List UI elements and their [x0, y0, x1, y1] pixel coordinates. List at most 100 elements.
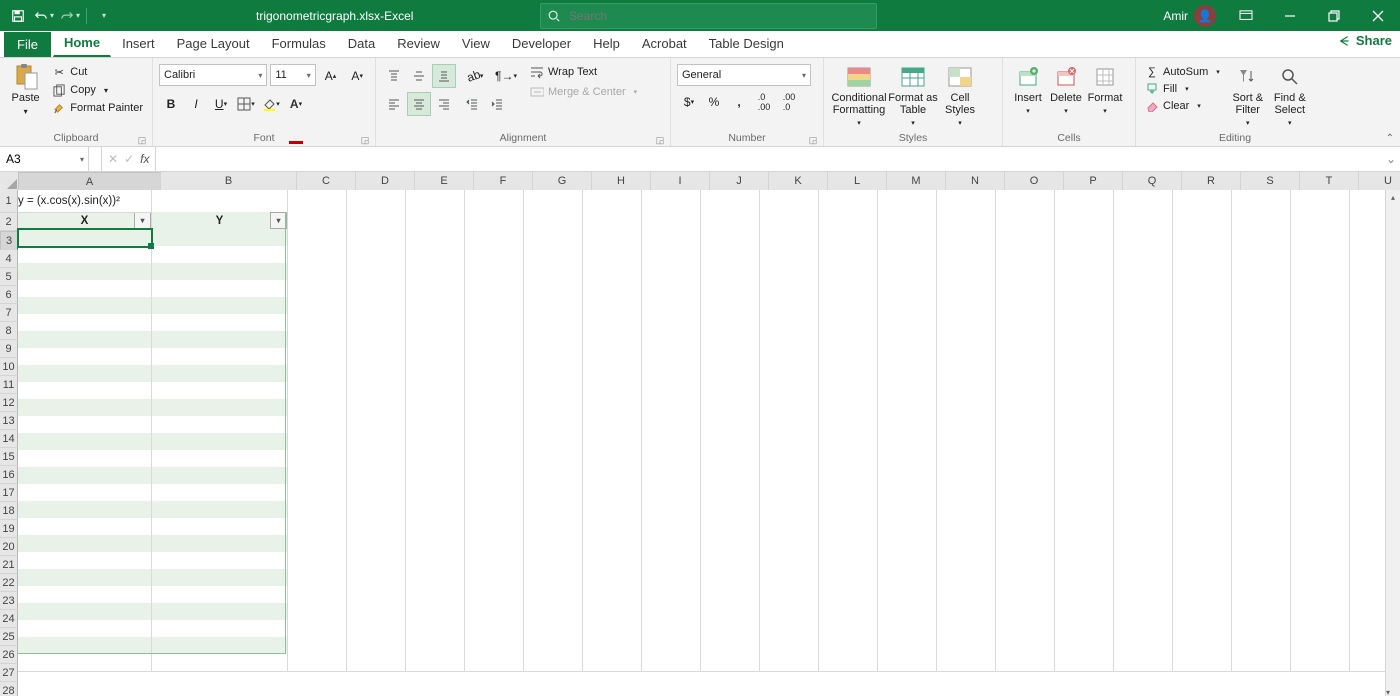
cell[interactable]	[583, 654, 642, 672]
cell[interactable]	[152, 246, 288, 264]
cell[interactable]	[1055, 501, 1114, 519]
cell[interactable]	[465, 467, 524, 485]
cell[interactable]	[583, 229, 642, 247]
cell[interactable]	[996, 399, 1055, 417]
cell[interactable]	[1232, 552, 1291, 570]
cell[interactable]	[406, 348, 465, 366]
cell[interactable]	[937, 433, 996, 451]
cell[interactable]	[1055, 654, 1114, 672]
cell[interactable]	[406, 484, 465, 502]
cell[interactable]	[406, 433, 465, 451]
cell[interactable]	[1173, 552, 1232, 570]
cell[interactable]	[819, 212, 878, 230]
cell[interactable]	[642, 518, 701, 536]
cell[interactable]	[18, 569, 152, 587]
cell[interactable]	[152, 190, 288, 213]
cell[interactable]	[347, 654, 406, 672]
cell[interactable]	[1232, 586, 1291, 604]
column-header[interactable]: N	[946, 172, 1005, 191]
cell[interactable]	[152, 552, 288, 570]
cell[interactable]	[760, 280, 819, 298]
cell[interactable]	[701, 467, 760, 485]
cell[interactable]	[1232, 518, 1291, 536]
cell[interactable]	[583, 190, 642, 213]
cell[interactable]	[642, 467, 701, 485]
cell[interactable]	[152, 331, 288, 349]
row-header[interactable]: 23	[0, 592, 18, 610]
cell[interactable]	[937, 518, 996, 536]
cell[interactable]	[937, 467, 996, 485]
cell[interactable]	[288, 637, 347, 655]
cell[interactable]	[819, 263, 878, 281]
cell[interactable]	[288, 484, 347, 502]
cell[interactable]	[152, 229, 288, 247]
cell[interactable]	[1055, 603, 1114, 621]
cell[interactable]	[642, 569, 701, 587]
cell[interactable]	[1173, 314, 1232, 332]
merge-center-button[interactable]: Merge & Center▾	[527, 84, 640, 100]
cell[interactable]	[760, 620, 819, 638]
cell[interactable]	[937, 416, 996, 434]
cell[interactable]	[996, 535, 1055, 553]
cell[interactable]	[1055, 637, 1114, 655]
cell[interactable]	[996, 382, 1055, 400]
cell[interactable]	[1114, 280, 1173, 298]
cell[interactable]	[347, 263, 406, 281]
cell[interactable]	[288, 263, 347, 281]
cell[interactable]	[465, 433, 524, 451]
cell[interactable]	[524, 297, 583, 315]
cell[interactable]	[152, 654, 288, 672]
cell[interactable]	[524, 365, 583, 383]
cell[interactable]	[996, 229, 1055, 247]
cell[interactable]	[701, 416, 760, 434]
search-box[interactable]	[540, 3, 877, 29]
collapse-ribbon-button[interactable]: ⌃	[1386, 133, 1394, 144]
cell[interactable]	[1173, 569, 1232, 587]
cell[interactable]	[1291, 450, 1350, 468]
cell[interactable]	[1232, 654, 1291, 672]
cell[interactable]	[583, 518, 642, 536]
search-input[interactable]	[567, 8, 876, 24]
clear-button[interactable]: Clear▾	[1142, 98, 1223, 114]
cell[interactable]	[583, 246, 642, 264]
cell[interactable]	[760, 382, 819, 400]
cell[interactable]	[642, 399, 701, 417]
cell[interactable]	[18, 331, 152, 349]
cell[interactable]	[1055, 297, 1114, 315]
cell[interactable]	[996, 263, 1055, 281]
cell[interactable]	[1291, 569, 1350, 587]
cell[interactable]	[152, 620, 288, 638]
number-format-select[interactable]: General▾	[677, 64, 811, 86]
column-header[interactable]: S	[1241, 172, 1300, 191]
cell[interactable]	[996, 416, 1055, 434]
cell[interactable]	[583, 484, 642, 502]
cell[interactable]	[878, 603, 937, 621]
cell[interactable]	[1232, 450, 1291, 468]
cell[interactable]	[347, 416, 406, 434]
decrease-font-button[interactable]: A▾	[345, 64, 369, 88]
cell[interactable]	[1055, 365, 1114, 383]
cell[interactable]	[1291, 501, 1350, 519]
cell[interactable]	[701, 314, 760, 332]
cell[interactable]	[996, 467, 1055, 485]
row-header[interactable]: 4	[0, 250, 18, 268]
cell[interactable]	[878, 331, 937, 349]
cell[interactable]	[996, 484, 1055, 502]
cell[interactable]	[937, 637, 996, 655]
column-header[interactable]: R	[1182, 172, 1241, 191]
cell[interactable]	[1173, 190, 1232, 213]
fill-color-button[interactable]: ▾	[259, 92, 283, 116]
cell[interactable]	[819, 399, 878, 417]
column-header[interactable]: D	[356, 172, 415, 191]
cell[interactable]	[701, 535, 760, 553]
cell[interactable]	[760, 399, 819, 417]
cell[interactable]	[1291, 365, 1350, 383]
insert-function-button[interactable]: fx	[140, 152, 149, 166]
cell[interactable]	[524, 246, 583, 264]
cell[interactable]	[937, 552, 996, 570]
cell[interactable]	[465, 450, 524, 468]
cancel-formula-button[interactable]: ✕	[108, 152, 118, 166]
cell[interactable]	[760, 190, 819, 213]
cell[interactable]	[465, 382, 524, 400]
cell[interactable]	[996, 433, 1055, 451]
